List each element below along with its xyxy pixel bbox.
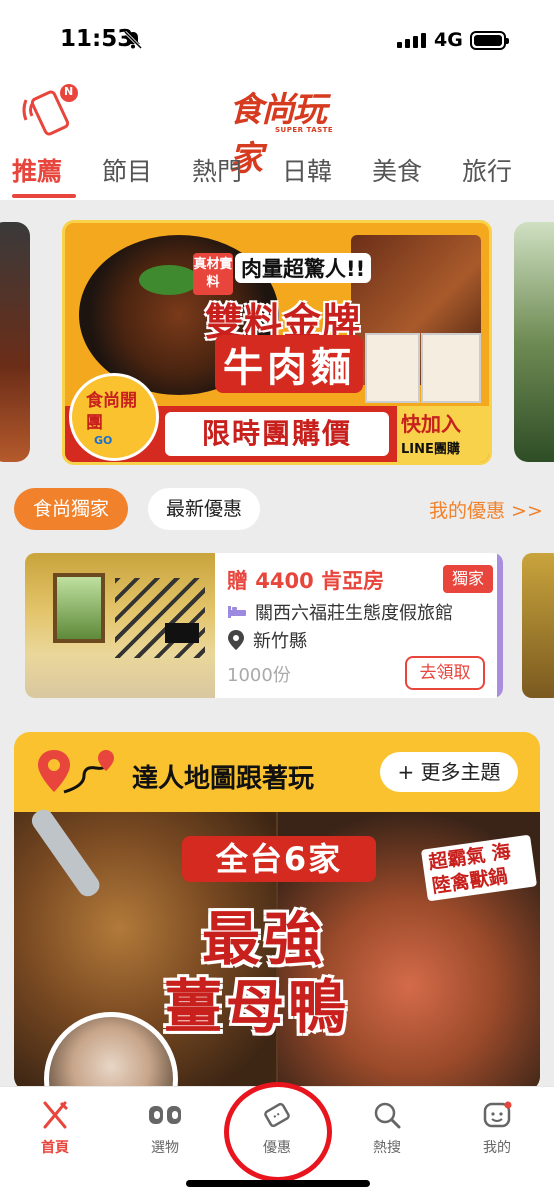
- logo-subtitle: SUPER TASTE: [275, 126, 334, 134]
- profile-face-icon: [477, 1097, 517, 1133]
- deal-filter-chips: 食尚獨家 最新優惠 我的優惠 >>: [14, 488, 554, 532]
- map-section-title: 達人地圖跟著玩: [132, 764, 315, 794]
- go-badge-sub: GO: [94, 434, 113, 447]
- nav-home-label: 首頁: [41, 1140, 69, 1156]
- nav-home[interactable]: 首頁: [10, 1097, 100, 1157]
- group-buy-label: 限時團購價: [165, 412, 389, 456]
- battery-icon: [470, 31, 509, 50]
- app-header: N 食尚玩家 SUPER TASTE 推薦 節目 熱門 日韓 美食 旅行: [0, 70, 554, 200]
- next-deal-peek[interactable]: [522, 553, 554, 698]
- search-icon: [367, 1097, 407, 1133]
- my-deals-link[interactable]: 我的優惠 >>: [429, 496, 543, 523]
- bed-icon: [228, 606, 246, 618]
- next-banner-peek[interactable]: [514, 222, 554, 462]
- shake-phone-button[interactable]: N: [20, 80, 80, 140]
- tab-popular[interactable]: 熱門: [192, 152, 242, 188]
- tab-programs[interactable]: 節目: [102, 152, 152, 188]
- join-label: 快加入: [401, 412, 461, 436]
- more-themes-button[interactable]: + 更多主題: [380, 752, 518, 792]
- notification-badge: N: [64, 85, 74, 98]
- active-tab-indicator: [12, 194, 76, 198]
- signal-icon: [397, 33, 426, 48]
- banner-tag: 真材實料: [193, 253, 233, 295]
- muted-bell-icon: [123, 30, 143, 54]
- chip-latest[interactable]: 最新優惠: [148, 488, 260, 530]
- tab-recommend[interactable]: 推薦: [12, 152, 62, 188]
- tab-japan-korea[interactable]: 日韓: [282, 152, 332, 188]
- go-badge-text: 食尚開團: [86, 391, 137, 433]
- map-feature-image[interactable]: 全台6家 最強 薑母鴨 超霸氣 海陸禽獸鍋: [14, 805, 540, 1092]
- nav-profile-label: 我的: [483, 1140, 511, 1156]
- tab-food[interactable]: 美食: [372, 152, 422, 188]
- network-type: 4G: [434, 29, 463, 51]
- highlight-annotation-circle: [224, 1082, 332, 1182]
- location-pin-icon: [228, 630, 244, 650]
- banner-carousel[interactable]: 真材實料 肉量超驚人!! 雙料金牌 牛肉麵 食尚開團 GO 限時團購價 快加入 …: [0, 218, 554, 466]
- nav-trending-label: 熱搜: [373, 1140, 401, 1156]
- card-accent: [497, 553, 503, 698]
- location-row: 新竹縣: [227, 627, 307, 653]
- feature-title-2: 薑母鴨: [164, 973, 351, 1041]
- deal-card[interactable]: 贈 4400 肯亞房 獨家 關西六福莊生態度假旅館 新竹縣 1000份 去領取: [25, 553, 503, 698]
- tab-travel[interactable]: 旅行: [462, 152, 512, 188]
- chip-exclusive[interactable]: 食尚獨家: [14, 488, 128, 530]
- expert-map-section: 達人地圖跟著玩 + 更多主題 全台6家 最強 薑母鴨 超霸氣 海陸禽獸鍋: [14, 732, 540, 1092]
- banner-headline: 肉量超驚人!!: [235, 253, 372, 283]
- deal-title: 贈 4400 肯亞房: [227, 569, 385, 593]
- deal-quantity: 1000份: [227, 665, 291, 686]
- group-go-badge: 食尚開團 GO: [69, 373, 159, 461]
- nav-profile[interactable]: 我的: [452, 1097, 542, 1157]
- nav-selection-label: 選物: [151, 1140, 179, 1156]
- nav-selection[interactable]: 選物: [120, 1097, 210, 1157]
- map-route-icon: [38, 750, 114, 794]
- cc-icon: [145, 1097, 185, 1133]
- hotel-room-image: [25, 553, 215, 698]
- product-box-image: [421, 333, 481, 403]
- line-group-label: LINE團購: [401, 442, 460, 457]
- fork-knife-icon: [35, 1097, 75, 1133]
- category-tabs: 推薦 節目 熱門 日韓 美食 旅行: [0, 150, 554, 200]
- promo-banner[interactable]: 真材實料 肉量超驚人!! 雙料金牌 牛肉麵 食尚開團 GO 限時團購價 快加入 …: [62, 220, 492, 465]
- product-box-image: [365, 333, 420, 403]
- home-indicator[interactable]: [186, 1180, 370, 1187]
- exclusive-badge: 獨家: [443, 565, 493, 593]
- nav-trending[interactable]: 熱搜: [342, 1097, 432, 1157]
- banner-title-2: 牛肉麵: [215, 335, 363, 393]
- claim-button[interactable]: 去領取: [405, 656, 485, 690]
- venue-name: 關西六福莊生態度假旅館: [255, 603, 453, 624]
- feature-badge: 全台6家: [182, 836, 376, 882]
- join-line-box: 快加入 LINE團購: [397, 406, 489, 462]
- prev-banner-peek[interactable]: [0, 222, 30, 462]
- venue-row: 關西六福莊生態度假旅館: [227, 599, 453, 625]
- app-logo: 食尚玩家 SUPER TASTE: [225, 76, 335, 179]
- status-bar: 11:53 4G: [0, 0, 554, 70]
- location-name: 新竹縣: [253, 631, 307, 652]
